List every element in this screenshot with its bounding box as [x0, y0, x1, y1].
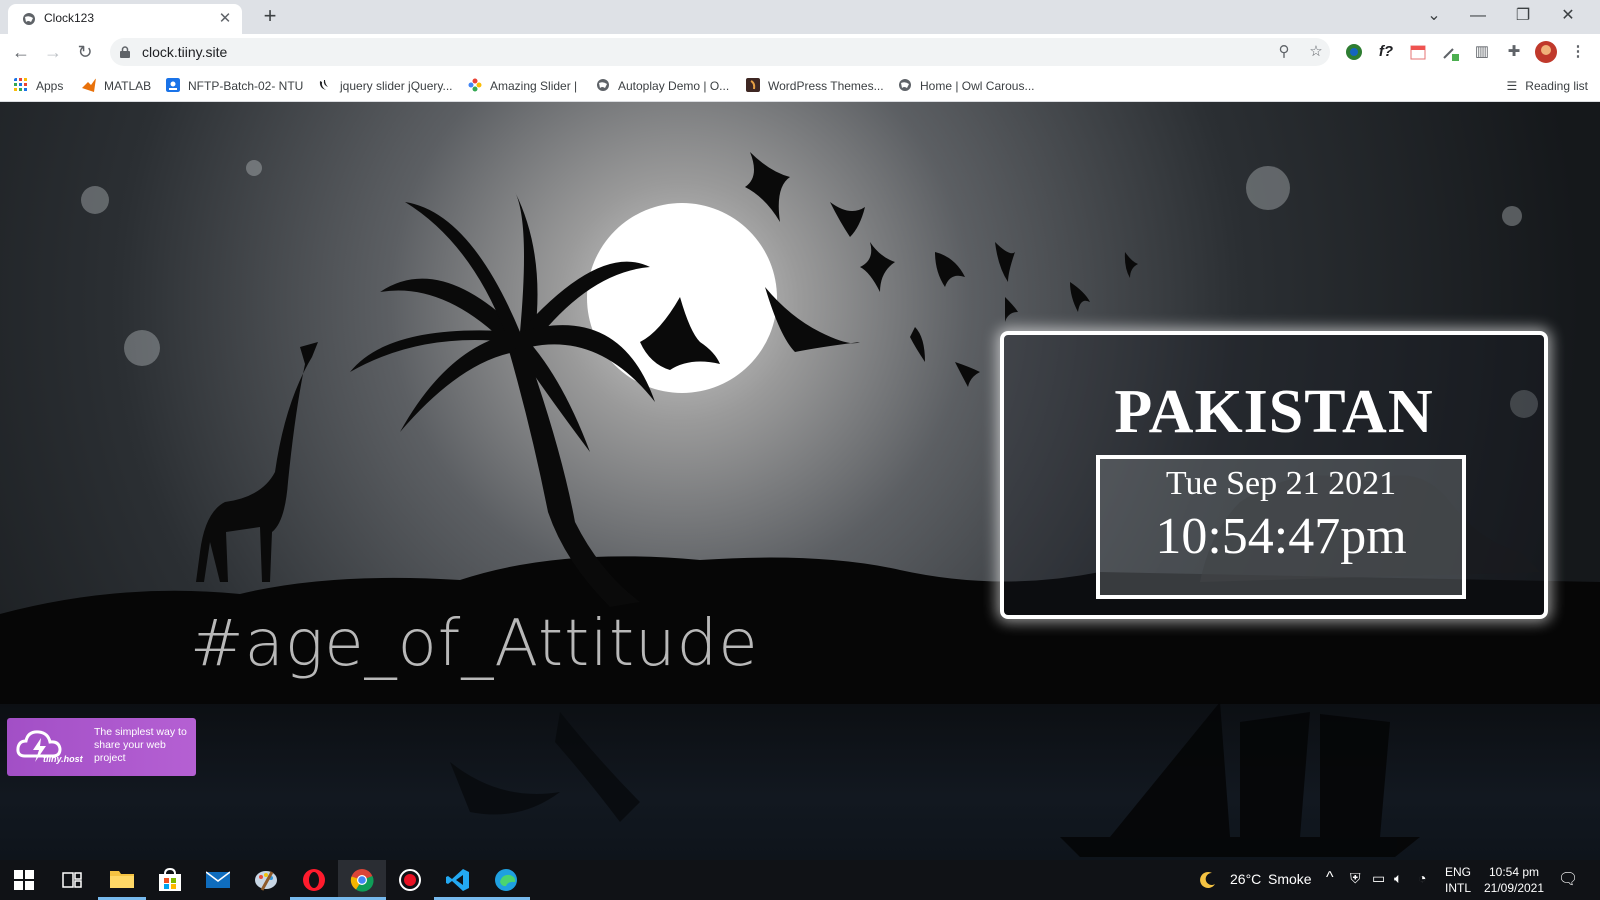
formula-extension-icon[interactable]: f?: [1374, 40, 1398, 64]
bookmark-label: WordPress Themes...: [768, 79, 884, 93]
show-hidden-icons-chevron-icon[interactable]: ^: [1326, 869, 1334, 887]
zoom-icon[interactable]: ⚲: [1274, 42, 1294, 62]
datetime-box: Tue Sep 21 2021 10:54:47pm: [1096, 455, 1466, 599]
page-content: #age_of_Attitude PAKISTAN Tue Sep 21 202…: [0, 102, 1600, 860]
bookmark-label: Apps: [36, 79, 64, 93]
bookmark-label: MATLAB: [104, 79, 152, 93]
bookmark-jquery-slider[interactable]: jquery slider jQuery...: [318, 76, 452, 96]
bookmark-nftp[interactable]: NFTP-Batch-02- NTU: [166, 76, 303, 96]
close-tab-icon[interactable]: ✕: [216, 10, 234, 28]
chrome-icon[interactable]: [338, 860, 386, 900]
system-date: 21/09/2021: [1483, 881, 1545, 895]
bookmark-star-icon[interactable]: ☆: [1306, 42, 1326, 62]
browser-toolbar: ← → ↻ clock.tiiny.site ⚲ ☆ f? ▥ ✚ ⋮: [0, 34, 1600, 70]
extension-globe-icon[interactable]: [1342, 40, 1366, 64]
bookmark-autoplay-demo[interactable]: Autoplay Demo | O...: [596, 76, 729, 96]
reading-list-label: Reading list: [1525, 79, 1588, 93]
tab-search-chevron-icon[interactable]: ⌄: [1414, 4, 1454, 28]
keyboard-layout: INTL: [1444, 881, 1471, 895]
tab-title: Clock123: [44, 11, 95, 25]
weather-description[interactable]: Smoke: [1268, 871, 1312, 887]
bookmark-label: jquery slider jQuery...: [340, 79, 453, 93]
microsoft-store-icon[interactable]: [146, 860, 194, 900]
palm-reflection: [450, 712, 640, 822]
recorder-icon[interactable]: [386, 860, 434, 900]
new-tab-button[interactable]: +: [258, 5, 282, 29]
reload-button[interactable]: ↻: [72, 40, 98, 64]
minimize-button[interactable]: —: [1458, 4, 1498, 28]
calendar-extension-icon[interactable]: [1406, 40, 1430, 64]
file-explorer-icon[interactable]: [98, 860, 146, 900]
url-text[interactable]: clock.tiiny.site: [142, 44, 227, 60]
edge-icon[interactable]: [482, 860, 530, 900]
globe-icon: [899, 79, 911, 91]
profile-avatar[interactable]: [1534, 40, 1558, 64]
weather-moon-icon[interactable]: [1196, 860, 1224, 900]
language-indicator[interactable]: ENG INTL: [1440, 864, 1476, 896]
bookmark-apps[interactable]: Apps: [14, 76, 63, 96]
lock-icon[interactable]: [120, 46, 130, 58]
windows-taskbar: 26°C Smoke ^ ⛨ ▭ 🔈︎ ◔ ENG INTL 10:54 pm …: [0, 860, 1600, 900]
back-button[interactable]: ←: [8, 40, 34, 64]
system-clock[interactable]: 10:54 pm 21/09/2021: [1478, 864, 1550, 896]
reading-list-icon: ☰: [1506, 79, 1518, 93]
close-window-button[interactable]: ✕: [1548, 4, 1588, 28]
giraffe-silhouette: [196, 342, 318, 582]
bookmark-label: Home | Owl Carous...: [920, 79, 1035, 93]
bookmark-amazing-slider[interactable]: Amazing Slider |: [468, 76, 577, 96]
bookmark-label: NFTP-Batch-02- NTU: [188, 79, 304, 93]
chrome-menu-icon[interactable]: ⋮: [1566, 40, 1590, 64]
volume-icon[interactable]: 🔈︎: [1394, 870, 1402, 887]
globe-icon: [597, 79, 609, 91]
battery-icon[interactable]: ▭: [1372, 870, 1385, 887]
task-view-icon[interactable]: [48, 860, 96, 900]
ship-reflection: [1060, 702, 1420, 857]
bookmark-label: Autoplay Demo | O...: [618, 79, 730, 93]
themeforest-icon: [746, 78, 760, 92]
apps-grid-icon: [14, 78, 27, 91]
classroom-icon: [166, 78, 180, 92]
date-display: Tue Sep 21 2021: [1165, 465, 1397, 502]
tiiny-brand-label: tiiny.host: [43, 754, 83, 764]
reading-list-button[interactable]: ☰ Reading list: [1507, 76, 1588, 96]
address-bar[interactable]: clock.tiiny.site ⚲ ☆: [110, 38, 1330, 66]
bookmark-owl-carousel[interactable]: Home | Owl Carous...: [898, 76, 1034, 96]
bookmarks-bar: Apps MATLAB NFTP-Batch-02- NTU jquery sl…: [0, 70, 1600, 102]
hashtag-text: #age_of_Attitude: [190, 607, 759, 681]
tab-clock123[interactable]: Clock123 ✕: [8, 4, 242, 34]
country-heading: PAKISTAN: [1114, 378, 1434, 446]
bookmark-label: Amazing Slider |: [490, 79, 578, 93]
bookmark-wordpress-themes[interactable]: WordPress Themes...: [746, 76, 884, 96]
globe-icon: [23, 13, 35, 25]
system-time: 10:54 pm: [1488, 865, 1540, 879]
mail-icon[interactable]: [194, 860, 242, 900]
time-display: 10:54:47pm: [1155, 508, 1407, 565]
weather-temperature[interactable]: 26°C: [1230, 871, 1261, 887]
restore-button[interactable]: ❐: [1503, 4, 1543, 28]
tab-strip: Clock123 ✕ + ⌄ — ❐ ✕: [0, 0, 1600, 34]
notifications-icon[interactable]: 🗨︎: [1558, 869, 1578, 889]
windows-start-icon[interactable]: [0, 860, 48, 900]
paint-icon[interactable]: [242, 860, 290, 900]
tiiny-tagline: The simplest way to share your web proje…: [94, 726, 187, 764]
amazing-slider-icon: [468, 78, 482, 92]
security-shield-icon[interactable]: ⛨: [1350, 870, 1361, 887]
media-extension-icon[interactable]: ▥: [1470, 40, 1494, 64]
vscode-icon[interactable]: [434, 860, 482, 900]
jquery-icon: [319, 80, 328, 90]
wifi-icon[interactable]: ◔: [1418, 870, 1426, 886]
tiiny-host-badge[interactable]: tiiny.host The simplest way to share you…: [7, 718, 196, 776]
moon: [587, 203, 777, 393]
eyedropper-extension-icon[interactable]: [1438, 40, 1462, 64]
forward-button[interactable]: →: [40, 40, 66, 64]
clock-panel: PAKISTAN Tue Sep 21 2021 10:54:47pm: [1000, 331, 1548, 619]
opera-icon[interactable]: [290, 860, 338, 900]
language-code: ENG: [1444, 865, 1471, 879]
extensions-puzzle-icon[interactable]: ✚: [1502, 40, 1526, 64]
matlab-icon: [82, 78, 96, 92]
bookmark-matlab[interactable]: MATLAB: [82, 76, 151, 96]
